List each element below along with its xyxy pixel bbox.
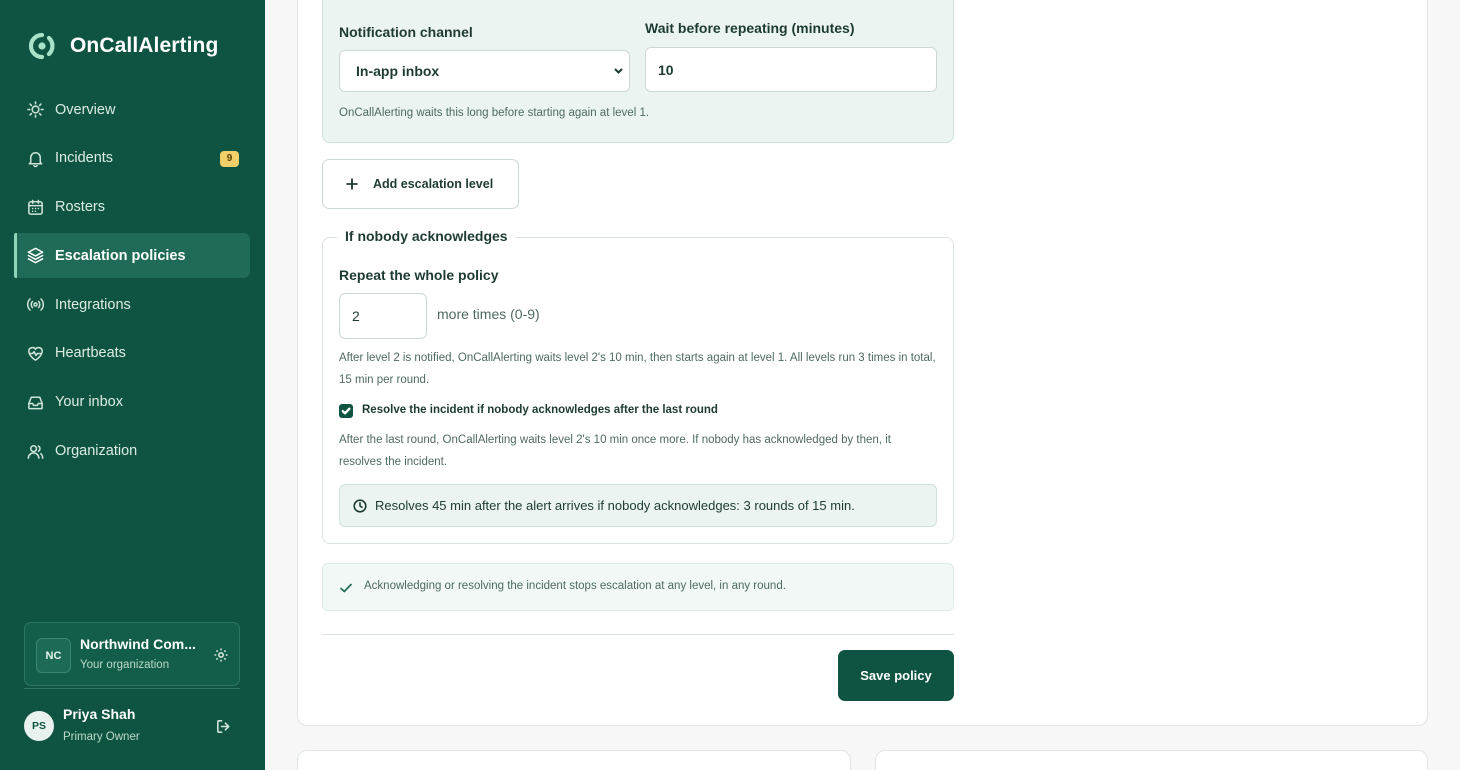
repeat-count-input[interactable]: 2 bbox=[339, 293, 427, 339]
sidebar-item-overview[interactable]: Overview bbox=[14, 87, 250, 132]
sidebar-item-label: Integrations bbox=[55, 296, 131, 313]
sidebar: OnCallAlerting Overview Incidents 9 Rost… bbox=[0, 0, 265, 770]
brand-logo-icon bbox=[25, 31, 59, 61]
resolution-summary: Resolves 45 min after the alert arrives … bbox=[339, 484, 937, 527]
sun-icon bbox=[25, 100, 45, 120]
sidebar-item-label: Organization bbox=[55, 443, 138, 460]
repeat-suffix: more times (0-9) bbox=[437, 306, 540, 322]
incident-count-badge: 9 bbox=[220, 150, 239, 167]
sidebar-item-heartbeats[interactable]: Heartbeats bbox=[14, 331, 250, 376]
calendar-icon bbox=[25, 197, 45, 217]
heartbeat-icon bbox=[25, 343, 45, 363]
acknowledge-note-text: Acknowledging or resolving the incident … bbox=[364, 580, 786, 592]
brand[interactable]: OnCallAlerting bbox=[25, 31, 218, 61]
broadcast-icon bbox=[25, 295, 45, 315]
org-switcher[interactable]: NC Northwind Com... Your organization bbox=[24, 622, 240, 686]
user-role: Primary Owner bbox=[63, 731, 140, 743]
resolve-checkbox-label[interactable]: Resolve the incident if nobody acknowled… bbox=[362, 404, 718, 416]
layers-icon bbox=[25, 246, 45, 266]
sidebar-item-label: Escalation policies bbox=[55, 247, 186, 264]
divider bbox=[24, 688, 240, 689]
resolve-checkbox[interactable] bbox=[339, 404, 353, 418]
next-card-right bbox=[875, 750, 1428, 770]
notification-channel-label: Notification channel bbox=[339, 24, 473, 40]
sidebar-item-organization[interactable]: Organization bbox=[14, 429, 250, 474]
org-subtitle: Your organization bbox=[80, 659, 170, 671]
inbox-icon bbox=[25, 392, 45, 412]
clock-icon bbox=[353, 499, 367, 513]
avatar: PS bbox=[24, 711, 54, 741]
bell-icon bbox=[25, 148, 45, 168]
sidebar-item-label: Overview bbox=[55, 101, 116, 118]
sidebar-item-label: Rosters bbox=[55, 199, 105, 216]
save-policy-button[interactable]: Save policy bbox=[838, 650, 954, 701]
resolution-summary-text: Resolves 45 min after the alert arrives … bbox=[375, 498, 855, 513]
sidebar-item-rosters[interactable]: Rosters bbox=[14, 185, 250, 230]
add-escalation-level-label: Add escalation level bbox=[373, 177, 494, 191]
sidebar-item-label: Heartbeats bbox=[55, 345, 126, 362]
resolve-helper-text: After the last round, OnCallAlerting wai… bbox=[339, 434, 891, 468]
check-icon bbox=[339, 581, 353, 595]
notification-channel-select[interactable]: In-app inbox bbox=[339, 50, 630, 92]
users-icon bbox=[25, 441, 45, 461]
next-card-left bbox=[297, 750, 851, 770]
sidebar-item-escalation-policies[interactable]: Escalation policies bbox=[14, 233, 250, 279]
wait-label: Wait before repeating (minutes) bbox=[645, 20, 855, 36]
sidebar-item-label: Your inbox bbox=[55, 394, 123, 411]
repeat-policy-label: Repeat the whole policy bbox=[339, 267, 499, 283]
wait-helper-text: OnCallAlerting waits this long before st… bbox=[339, 107, 650, 119]
no-ack-legend: If nobody acknowledges bbox=[337, 228, 516, 244]
logout-icon[interactable] bbox=[215, 718, 233, 736]
org-avatar: NC bbox=[36, 638, 71, 673]
wait-minutes-input[interactable]: 10 bbox=[645, 47, 937, 92]
divider bbox=[322, 634, 954, 635]
user-name: Priya Shah bbox=[63, 706, 136, 722]
acknowledge-note: Acknowledging or resolving the incident … bbox=[322, 563, 954, 611]
sidebar-item-incidents[interactable]: Incidents 9 bbox=[14, 136, 250, 181]
org-name: Northwind Com... bbox=[80, 636, 196, 652]
notification-channel-value: In-app inbox bbox=[356, 63, 440, 79]
plus-icon bbox=[345, 177, 359, 191]
brand-name: OnCallAlerting bbox=[70, 34, 219, 57]
chevron-down-icon bbox=[613, 64, 625, 78]
sidebar-nav: Overview Incidents 9 Rosters Escalation … bbox=[14, 87, 250, 477]
sidebar-item-label: Incidents bbox=[55, 150, 114, 167]
sidebar-item-integrations[interactable]: Integrations bbox=[14, 282, 250, 327]
repeat-helper-text: After level 2 is notified, OnCallAlertin… bbox=[339, 352, 936, 386]
add-escalation-level-button[interactable]: Add escalation level bbox=[322, 159, 519, 209]
sidebar-item-your-inbox[interactable]: Your inbox bbox=[14, 380, 250, 425]
gear-icon[interactable] bbox=[213, 647, 229, 663]
